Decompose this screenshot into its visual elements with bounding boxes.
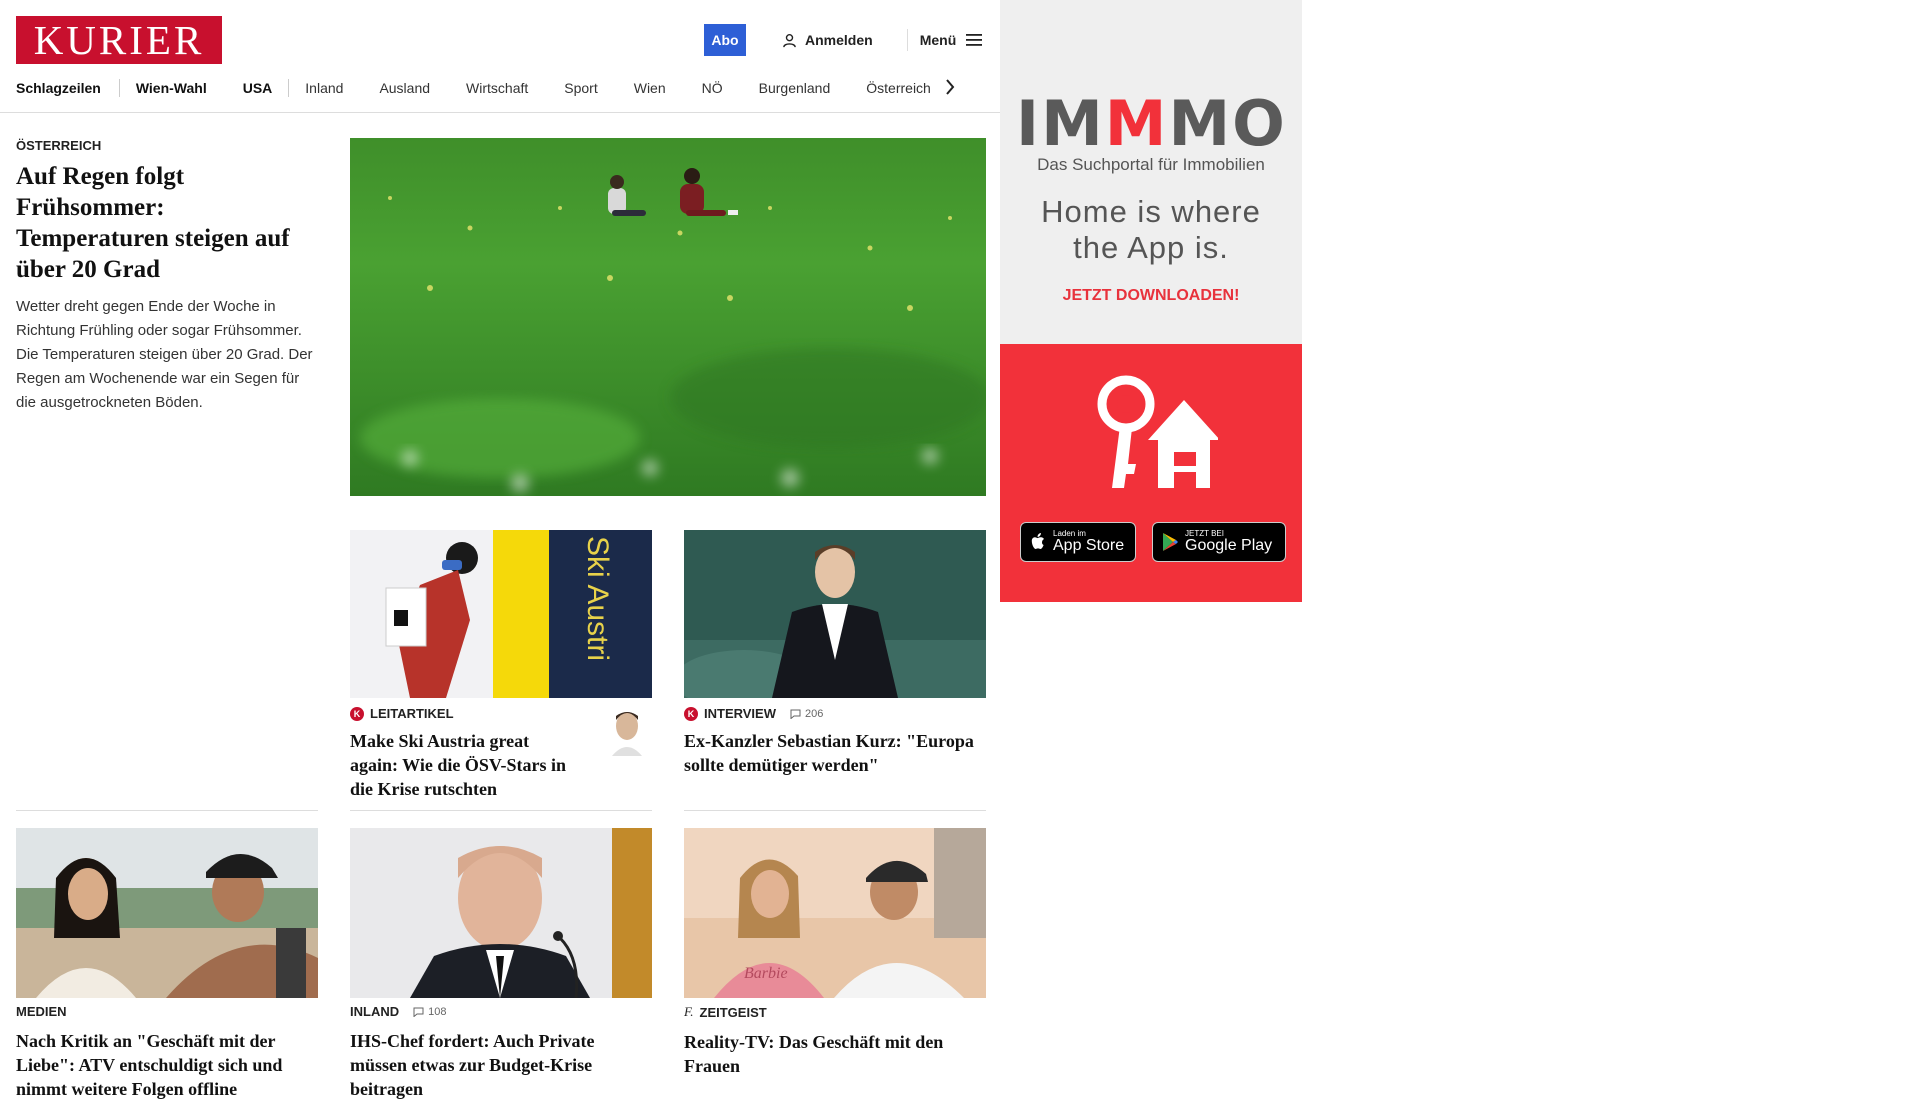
hamburger-icon — [966, 34, 983, 46]
nav-item-oesterreich[interactable]: Österreich — [866, 80, 931, 96]
inland-article-image[interactable] — [350, 828, 652, 998]
immmo-ad[interactable]: IMMMO Das Suchportal für Immobilien Home… — [1000, 0, 1302, 602]
google-play-icon — [1163, 533, 1178, 551]
lead-story[interactable]: ÖSTERREICH Auf Regen folgt Frühsommer: T… — [16, 138, 318, 415]
logo-text: KURIER — [33, 17, 205, 63]
article-kicker: K INTERVIEW 206 — [684, 706, 986, 721]
couple-photo — [16, 828, 318, 998]
nav-divider — [118, 79, 120, 97]
nav-item-schlagzeilen[interactable]: Schlagzeilen — [16, 80, 101, 96]
apple-icon — [1031, 533, 1044, 549]
ad-cta[interactable]: JETZT DOWNLOADEN! — [1016, 287, 1286, 305]
login-label: Anmelden — [805, 32, 873, 48]
article-kicker: INLAND 108 — [350, 1004, 652, 1019]
author-photo — [606, 706, 648, 756]
article-kicker: MEDIEN — [16, 1004, 318, 1019]
article-headline[interactable]: Reality-TV: Das Geschäft mit den Frauen — [684, 1030, 986, 1078]
interview-photo — [684, 530, 986, 698]
nav-scroll-right[interactable] — [945, 78, 955, 98]
house-key-icon — [1097, 375, 1218, 488]
comment-count[interactable]: 206 — [790, 708, 823, 720]
nav-item-burgenland[interactable]: Burgenland — [759, 80, 831, 96]
login-button[interactable]: Anmelden — [782, 32, 873, 48]
article-headline[interactable]: Ex-Kanzler Sebastian Kurz: "Europa sollt… — [684, 729, 986, 777]
google-play-button[interactable]: JETZT BEI Google Play — [1152, 522, 1286, 562]
lead-kicker: ÖSTERREICH — [16, 138, 102, 153]
section-nav: Schlagzeilen Wien-Wahl USA Inland Auslan… — [16, 76, 984, 100]
kicker-label: LEITARTIKEL — [370, 706, 454, 721]
kurier-logo[interactable]: KURIER — [16, 16, 222, 64]
meadow-photo — [350, 138, 986, 496]
lead-headline[interactable]: Auf Regen folgt Frühsommer: Temperaturen… — [16, 161, 318, 285]
menu-label: Menü — [919, 32, 957, 48]
comment-count[interactable]: 108 — [413, 1006, 446, 1018]
app-store-big: App Store — [1053, 537, 1125, 554]
app-store-button[interactable]: Laden im App Store — [1020, 522, 1136, 562]
nav-divider — [288, 79, 290, 97]
zeitgeist-article-image[interactable]: Barbie — [684, 828, 986, 998]
row-divider — [350, 810, 652, 811]
abo-button[interactable]: Abo — [704, 24, 746, 56]
comment-count-value: 206 — [805, 707, 824, 720]
ad-bottom-panel: Laden im App Store JETZT BEI Google Play — [1000, 344, 1302, 602]
article-card[interactable]: MEDIEN Nach Kritik an "Geschäft mit der … — [16, 1004, 318, 1101]
row-divider — [684, 810, 986, 811]
kurier-plus-icon: K — [684, 706, 698, 721]
comment-icon — [790, 709, 801, 719]
couple-beach-photo: Barbie — [684, 828, 986, 998]
article-card[interactable]: INLAND 108 IHS-Chef fordert: Auch Privat… — [350, 1004, 652, 1101]
google-play-big: Google Play — [1185, 537, 1273, 554]
article-card[interactable]: f. ZEITGEIST Reality-TV: Das Geschäft mi… — [684, 1004, 986, 1078]
ad-tagline: Das Suchportal für Immobilien — [1037, 155, 1265, 174]
kurier-plus-icon: K — [350, 706, 364, 721]
nav-item-noe[interactable]: NÖ — [702, 80, 723, 96]
ski-photo: Ski Austri — [350, 530, 652, 698]
lead-image[interactable] — [350, 138, 986, 496]
ad-top-panel: IMMMO Das Suchportal für Immobilien Home… — [1000, 0, 1302, 344]
kicker-label: INLAND — [350, 1004, 400, 1019]
kurz-article-image[interactable] — [684, 530, 986, 698]
article-headline[interactable]: IHS-Chef fordert: Auch Private müssen et… — [350, 1029, 652, 1101]
nav-item-ausland[interactable]: Ausland — [379, 80, 430, 96]
article-card[interactable]: K LEITARTIKEL Make Ski Austria great aga… — [350, 706, 652, 801]
ad-claim: Home is where the App is. — [1041, 194, 1261, 265]
kicker-label: INTERVIEW — [704, 706, 776, 721]
nav-item-wien-wahl[interactable]: Wien-Wahl — [136, 80, 207, 96]
nav-divider-line — [0, 112, 1000, 113]
nav-item-inland[interactable]: Inland — [305, 80, 343, 96]
nav-item-wirtschaft[interactable]: Wirtschaft — [466, 80, 528, 96]
author-avatar — [606, 706, 648, 756]
app-store-text: Laden im App Store — [1053, 530, 1124, 554]
ad-brand: IMMMO — [1016, 92, 1287, 156]
header-actions: Abo Anmelden Menü — [704, 24, 983, 56]
shirt-text: Barbie — [744, 965, 788, 982]
article-card[interactable]: K INTERVIEW 206 Ex-Kanzler Sebastian Kur… — [684, 706, 986, 777]
lead-teaser: Wetter dreht gegen Ende der Woche in Ric… — [16, 298, 313, 411]
google-play-text: JETZT BEI Google Play — [1185, 530, 1272, 554]
ski-article-image[interactable]: Ski Austri — [350, 530, 652, 698]
header-divider — [906, 29, 908, 51]
nav-item-usa[interactable]: USA — [243, 80, 273, 96]
row-divider — [16, 810, 318, 811]
ski-banner-text: Ski Austri — [581, 536, 614, 661]
article-headline[interactable]: Nach Kritik an "Geschäft mit der Liebe":… — [16, 1029, 318, 1101]
speaker-photo — [350, 828, 652, 998]
menu-button[interactable]: Menü — [920, 32, 983, 48]
nav-item-sport[interactable]: Sport — [564, 80, 597, 96]
zeitgeist-icon: f. — [684, 1004, 694, 1019]
nav-item-wien[interactable]: Wien — [634, 80, 666, 96]
kicker-label: ZEITGEIST — [699, 1004, 767, 1020]
article-kicker: f. ZEITGEIST — [684, 1004, 986, 1020]
chevron-right-icon — [946, 78, 955, 95]
comment-count-value: 108 — [428, 1005, 447, 1018]
comment-icon — [413, 1007, 424, 1017]
ad-brand-text: IMMMO — [1016, 87, 1287, 160]
article-headline[interactable]: Make Ski Austria great again: Wie die ÖS… — [350, 729, 572, 801]
kicker-label: MEDIEN — [16, 1004, 67, 1019]
medien-article-image[interactable] — [16, 828, 318, 998]
user-icon — [783, 33, 796, 47]
